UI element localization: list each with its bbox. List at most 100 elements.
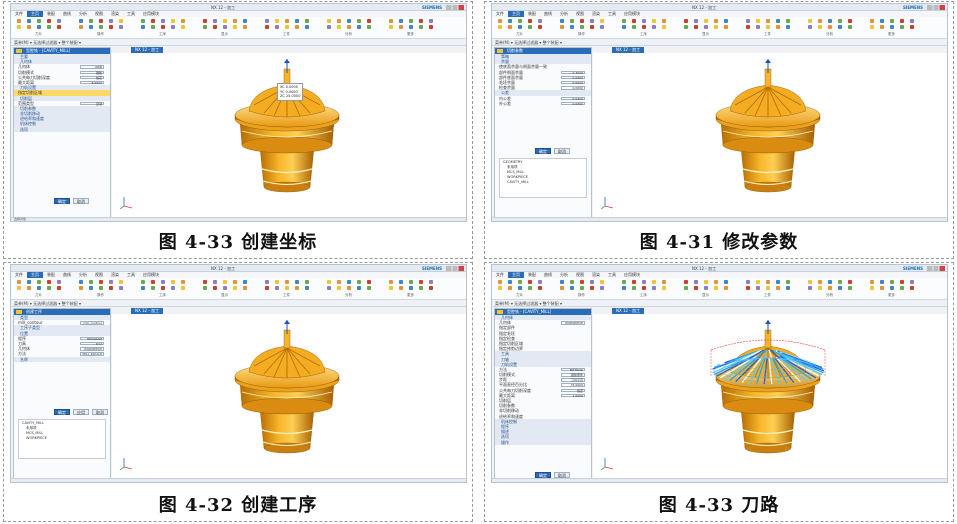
ribbon-tool-icon[interactable]: [746, 286, 750, 290]
ribbon-tool-icon[interactable]: [694, 25, 698, 29]
ribbon-tool-icon[interactable]: [399, 280, 403, 284]
ribbon-tool-icon[interactable]: [694, 19, 698, 23]
ribbon-tool-icon[interactable]: [265, 286, 269, 290]
ribbon-tool-icon[interactable]: [27, 19, 31, 23]
cancel-button[interactable]: 取消: [73, 198, 89, 204]
ribbon-tool-icon[interactable]: [818, 286, 822, 290]
ribbon-tool-icon[interactable]: [684, 25, 688, 29]
ribbon-tool-icon[interactable]: [233, 19, 237, 23]
ribbon-tool-icon[interactable]: [141, 286, 145, 290]
ribbon-tool-icon[interactable]: [600, 19, 604, 23]
ribbon-tool-icon[interactable]: [151, 286, 155, 290]
ribbon-tool-icon[interactable]: [233, 280, 237, 284]
ribbon-tool-icon[interactable]: [642, 25, 646, 29]
ribbon-tool-icon[interactable]: [409, 25, 413, 29]
ribbon-tool-icon[interactable]: [632, 19, 636, 23]
ribbon-tool-icon[interactable]: [880, 19, 884, 23]
row-value-field[interactable]: 0.0300: [561, 101, 585, 106]
ribbon-tool-icon[interactable]: [181, 19, 185, 23]
ribbon-tool-icon[interactable]: [498, 25, 502, 29]
ribbon-tool-icon[interactable]: [786, 25, 790, 29]
ok-button[interactable]: 确定: [54, 198, 70, 204]
row-value-field[interactable]: WORKPIECE: [561, 321, 585, 325]
row-value-field[interactable]: 恒定: [80, 75, 104, 80]
ribbon-tool-icon[interactable]: [285, 286, 289, 290]
ribbon-tool-icon[interactable]: [295, 25, 299, 29]
row-value-field[interactable]: D12: [80, 341, 104, 346]
ribbon-tool-icon[interactable]: [429, 25, 433, 29]
ribbon-tool-icon[interactable]: [265, 280, 269, 284]
ribbon-tool-icon[interactable]: [570, 286, 574, 290]
ribbon-tool-icon[interactable]: [652, 19, 656, 23]
ribbon-tool-icon[interactable]: [508, 25, 512, 29]
ribbon-tool-icon[interactable]: [766, 25, 770, 29]
ribbon-tool-icon[interactable]: [171, 286, 175, 290]
ribbon-tool-icon[interactable]: [285, 19, 289, 23]
ribbon-tool-icon[interactable]: [389, 286, 393, 290]
ribbon-tool-icon[interactable]: [870, 286, 874, 290]
row-value-field[interactable]: 刀具平直: [561, 378, 585, 382]
ribbon-tool-icon[interactable]: [389, 19, 393, 23]
graphics-viewport[interactable]: [593, 53, 947, 219]
ribbon-tool-icon[interactable]: [337, 286, 341, 290]
ribbon-tool-icon[interactable]: [233, 25, 237, 29]
row-value-field[interactable]: WKB: [80, 65, 104, 69]
ribbon-tool-icon[interactable]: [305, 19, 309, 23]
ribbon-tool-icon[interactable]: [57, 25, 61, 29]
ribbon-tool-icon[interactable]: [848, 286, 852, 290]
ribbon-tool-icon[interactable]: [347, 280, 351, 284]
part-model-3d[interactable]: [693, 320, 843, 460]
row-value-field[interactable]: METHOD: [561, 367, 585, 372]
row-value-field[interactable]: 0.0000: [561, 75, 585, 80]
graphics-viewport[interactable]: XC 0.0000 YC 0.0000 ZC 25.0000: [112, 53, 466, 219]
ribbon-tool-icon[interactable]: [89, 286, 93, 290]
apply-button[interactable]: 应用: [73, 409, 89, 415]
ribbon-tool-icon[interactable]: [600, 280, 604, 284]
ribbon-tool-icon[interactable]: [538, 25, 542, 29]
ribbon-tool-icon[interactable]: [632, 286, 636, 290]
ribbon-tool-icon[interactable]: [161, 280, 165, 284]
ribbon-tool-icon[interactable]: [171, 280, 175, 284]
ribbon-tool-icon[interactable]: [528, 280, 532, 284]
ribbon-tool-icon[interactable]: [828, 25, 832, 29]
graphics-viewport[interactable]: [593, 314, 947, 480]
ribbon-tool-icon[interactable]: [870, 19, 874, 23]
ribbon-tool-icon[interactable]: [17, 25, 21, 29]
ribbon-tool-icon[interactable]: [890, 286, 894, 290]
ribbon-tool-icon[interactable]: [560, 19, 564, 23]
cancel-button[interactable]: 取消: [554, 148, 570, 154]
ribbon-tool-icon[interactable]: [590, 25, 594, 29]
ribbon-tool-icon[interactable]: [79, 280, 83, 284]
ribbon-tool-icon[interactable]: [47, 25, 51, 29]
ribbon-tool-icon[interactable]: [786, 19, 790, 23]
ribbon-tool-icon[interactable]: [498, 280, 502, 284]
ribbon-tool-icon[interactable]: [746, 280, 750, 284]
ribbon-tool-icon[interactable]: [223, 19, 227, 23]
ribbon-tool-icon[interactable]: [652, 280, 656, 284]
row-value-field[interactable]: 恒定: [561, 388, 585, 393]
ribbon-tool-icon[interactable]: [409, 19, 413, 23]
ribbon-tool-icon[interactable]: [17, 19, 21, 23]
ribbon-tool-icon[interactable]: [642, 280, 646, 284]
ribbon-tool-icon[interactable]: [161, 25, 165, 29]
ribbon-tool-icon[interactable]: [171, 25, 175, 29]
graphics-viewport[interactable]: [112, 314, 466, 480]
ribbon-tool-icon[interactable]: [684, 280, 688, 284]
part-model-3d[interactable]: [212, 320, 362, 460]
row-value-field[interactable]: 75.0000: [561, 383, 585, 387]
cancel-button[interactable]: 取消: [92, 409, 108, 415]
ribbon-tool-icon[interactable]: [161, 286, 165, 290]
ribbon-tool-icon[interactable]: [57, 280, 61, 284]
ribbon-tool-icon[interactable]: [910, 280, 914, 284]
ribbon-tool-icon[interactable]: [37, 280, 41, 284]
ribbon-tool-icon[interactable]: [285, 280, 289, 284]
ribbon-tool-icon[interactable]: [109, 25, 113, 29]
ribbon-tool-icon[interactable]: [848, 280, 852, 284]
ribbon-tool-icon[interactable]: [724, 280, 728, 284]
window-controls[interactable]: [446, 5, 464, 10]
ribbon-tool-icon[interactable]: [808, 19, 812, 23]
ribbon-tool-icon[interactable]: [27, 280, 31, 284]
ribbon-tool-icon[interactable]: [37, 286, 41, 290]
ribbon-tool-icon[interactable]: [622, 25, 626, 29]
ribbon-tool-icon[interactable]: [367, 286, 371, 290]
